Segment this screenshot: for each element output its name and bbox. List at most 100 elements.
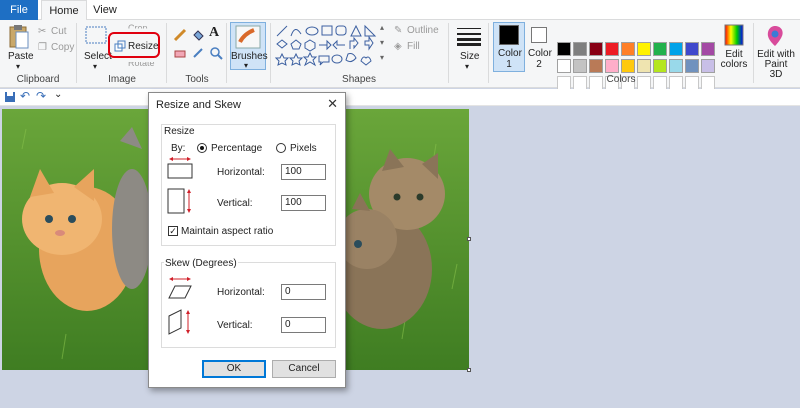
separator — [270, 23, 271, 83]
color-swatch[interactable] — [605, 59, 619, 73]
resize-horizontal-input[interactable]: 100 — [281, 164, 326, 180]
dialog-title: Resize and Skew — [156, 99, 241, 111]
select-icon[interactable] — [85, 26, 107, 46]
color-swatch[interactable] — [589, 42, 603, 56]
color-swatch[interactable] — [621, 59, 635, 73]
brushes-dropdown-icon[interactable]: ▾ — [244, 61, 248, 70]
skew-vertical-input[interactable]: 0 — [281, 317, 326, 333]
paste-label[interactable]: Paste — [8, 51, 34, 62]
pencil-icon[interactable] — [173, 28, 187, 42]
edit-colors-label[interactable]: Edit colors — [720, 50, 748, 70]
percentage-label[interactable]: Percentage — [211, 143, 262, 154]
shapes-group-label: Shapes — [342, 74, 376, 85]
fill-button[interactable]: Fill — [407, 41, 420, 52]
resize-horizontal-label: Horizontal: — [217, 167, 265, 178]
copy-icon: ❐ — [38, 42, 47, 53]
vertical-resize-icon — [167, 188, 191, 214]
image-group-label: Image — [108, 74, 136, 85]
undo-icon[interactable]: ↶ — [20, 89, 30, 103]
skew-horizontal-input[interactable]: 0 — [281, 284, 326, 300]
tab-home[interactable]: Home — [41, 0, 87, 21]
separator — [76, 23, 77, 83]
fill-icon[interactable] — [191, 28, 205, 42]
resize-handle-right[interactable] — [467, 237, 471, 241]
quick-access-toolbar: ↶ ↷ ⌄ — [0, 89, 800, 106]
horizontal-skew-icon — [168, 277, 192, 299]
shapes-scroll-down-icon[interactable]: ▾ — [380, 38, 384, 47]
vertical-skew-icon — [168, 309, 190, 335]
color-swatch[interactable] — [669, 42, 683, 56]
skew-section-title: Skew (Degrees) — [164, 258, 238, 269]
redo-icon[interactable]: ↷ — [36, 89, 46, 103]
color-swatch[interactable] — [685, 42, 699, 56]
magnifier-icon[interactable] — [209, 46, 223, 60]
color-swatch[interactable] — [573, 42, 587, 56]
color-swatch[interactable] — [637, 42, 651, 56]
resize-vertical-input[interactable]: 100 — [281, 195, 326, 211]
clipboard-group-label: Clipboard — [16, 74, 60, 85]
ok-button[interactable]: OK — [202, 360, 266, 378]
customize-qat-icon[interactable]: ⌄ — [54, 89, 62, 100]
paint3d-label[interactable]: Edit with Paint 3D — [757, 50, 795, 80]
color-picker-icon[interactable] — [191, 46, 205, 60]
color-swatch[interactable] — [589, 59, 603, 73]
ribbon-tabs: File Home View — [0, 0, 800, 21]
pixels-label[interactable]: Pixels — [290, 143, 317, 154]
paste-dropdown-icon[interactable]: ▾ — [16, 62, 20, 71]
aspect-ratio-label[interactable]: Maintain aspect ratio — [181, 226, 273, 237]
resize-handle-corner[interactable] — [467, 368, 471, 372]
outline-button[interactable]: Outline — [407, 25, 439, 36]
canvas-area — [0, 106, 800, 408]
shapes-expand-icon[interactable]: ▾ — [380, 53, 384, 62]
tab-view[interactable]: View — [88, 0, 122, 20]
horizontal-resize-icon — [167, 157, 193, 179]
color-swatch[interactable] — [557, 59, 571, 73]
copy-button[interactable]: Copy — [51, 42, 74, 53]
size-label: Size — [460, 51, 480, 62]
color-swatch[interactable] — [669, 59, 683, 73]
save-icon[interactable] — [4, 91, 16, 103]
color-swatch[interactable] — [685, 59, 699, 73]
text-icon[interactable]: A — [209, 25, 219, 41]
cut-button[interactable]: Cut — [51, 26, 67, 37]
fill-shape-icon: ◈ — [394, 41, 402, 52]
color1-label: Color 1 — [498, 48, 522, 70]
color-swatch[interactable] — [557, 42, 571, 56]
color-swatch[interactable] — [573, 59, 587, 73]
separator — [488, 23, 489, 83]
color-swatch[interactable] — [653, 42, 667, 56]
resize-section-title: Resize — [164, 126, 195, 137]
size-dropdown-icon[interactable]: ▾ — [465, 62, 469, 71]
rotate-button[interactable]: Rotate — [128, 62, 155, 68]
aspect-ratio-checkbox[interactable]: ✓ — [168, 226, 178, 236]
colors-group-label: Colors — [606, 74, 636, 85]
color2-label[interactable]: Color 2 — [528, 48, 552, 70]
edit-colors-icon[interactable] — [724, 24, 744, 46]
eraser-icon[interactable] — [173, 46, 187, 60]
close-icon[interactable]: ✕ — [327, 96, 338, 112]
color-swatch[interactable] — [701, 42, 715, 56]
color-swatch[interactable] — [701, 59, 715, 73]
cancel-button[interactable]: Cancel — [272, 360, 336, 378]
percentage-radio[interactable] — [197, 143, 207, 153]
color-swatch[interactable] — [605, 42, 619, 56]
pixels-radio[interactable] — [276, 143, 286, 153]
ribbon: Paste ▾ ✂ Cut ❐ Copy Clipboard Select ▾ … — [0, 20, 800, 90]
brushes-label: Brushes — [231, 51, 268, 62]
color2-swatch[interactable] — [531, 27, 547, 43]
color1-swatch — [499, 25, 519, 45]
separator — [226, 23, 227, 83]
select-dropdown-icon[interactable]: ▾ — [93, 62, 97, 71]
paste-icon[interactable] — [8, 24, 30, 50]
tab-file[interactable]: File — [0, 0, 38, 20]
paint3d-icon[interactable] — [765, 25, 785, 47]
skew-vertical-label: Vertical: — [217, 320, 253, 331]
color-swatch[interactable] — [653, 59, 667, 73]
color-swatch[interactable] — [621, 42, 635, 56]
size-icon[interactable] — [456, 26, 482, 46]
shapes-gallery[interactable] — [275, 24, 381, 68]
tools-group-label: Tools — [185, 74, 209, 85]
resize-vertical-label: Vertical: — [217, 198, 253, 209]
color-swatch[interactable] — [637, 59, 651, 73]
shapes-scroll-up-icon[interactable]: ▴ — [380, 23, 384, 32]
